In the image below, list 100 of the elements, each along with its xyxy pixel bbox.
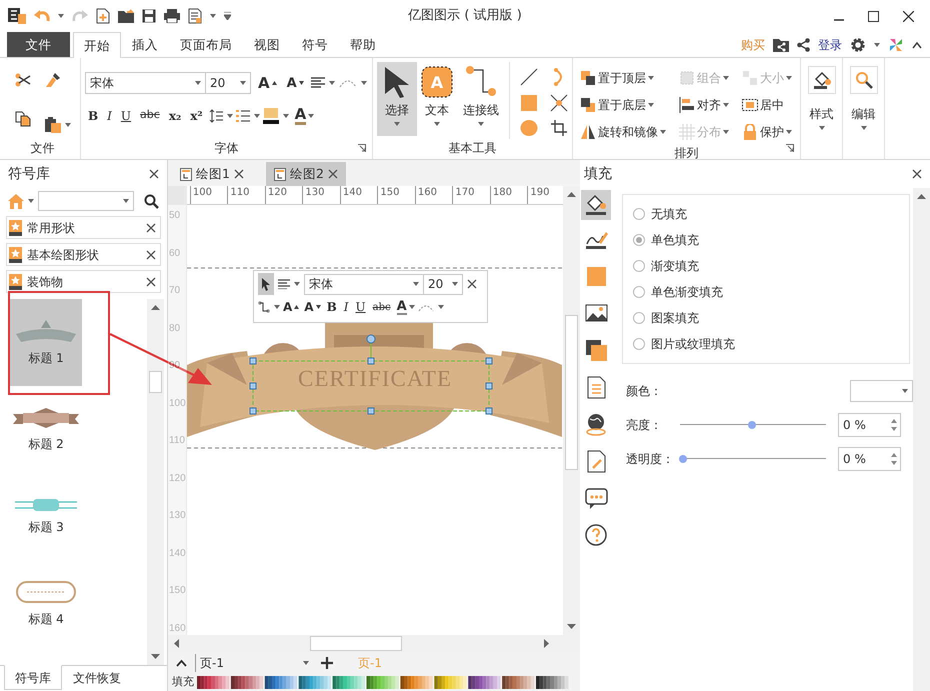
fill-option[interactable]: 图片或纹理填充 xyxy=(633,331,899,357)
style-button[interactable]: 样式 xyxy=(802,62,842,154)
document-tab[interactable]: 绘图1 xyxy=(172,162,252,186)
strikethrough-button[interactable]: abc xyxy=(370,300,394,314)
library-category[interactable]: 常用形状 xyxy=(6,216,161,239)
ribbon-tab[interactable]: 符号 xyxy=(291,32,339,57)
caret-icon[interactable] xyxy=(123,199,129,203)
caret-icon[interactable] xyxy=(786,130,792,134)
paste-icon[interactable] xyxy=(45,116,61,133)
align-text-icon[interactable] xyxy=(310,77,325,90)
arrange-button[interactable]: 旋转和镜像 xyxy=(577,120,670,144)
radio-button[interactable] xyxy=(633,234,645,246)
arrange-button[interactable]: 保护 xyxy=(739,120,796,144)
connector-icon[interactable] xyxy=(258,301,270,313)
caret-icon[interactable] xyxy=(860,126,866,130)
shrink-font-button[interactable]: A xyxy=(302,298,323,316)
caret-icon[interactable] xyxy=(328,81,335,86)
shape-item[interactable]: 标题 2 xyxy=(10,386,82,473)
fill-option[interactable]: 渐变填充 xyxy=(633,253,899,279)
connector-tool-button[interactable]: 连接线 xyxy=(457,62,505,136)
open-folder-icon[interactable] xyxy=(118,9,134,23)
format-painter-icon[interactable] xyxy=(45,72,61,88)
caret-icon[interactable] xyxy=(434,122,440,126)
maximize-icon[interactable] xyxy=(868,10,879,22)
font-color-button[interactable]: A xyxy=(292,104,318,126)
grow-font-button[interactable]: A xyxy=(255,70,280,96)
underline-button[interactable]: U xyxy=(352,298,369,316)
line-spacing-icon[interactable] xyxy=(208,108,223,122)
caret-icon[interactable] xyxy=(303,661,309,665)
close-icon[interactable] xyxy=(146,250,156,260)
grow-font-button[interactable]: A xyxy=(281,298,302,316)
bullet-list-icon[interactable] xyxy=(236,109,250,122)
arrange-button[interactable]: 置于底层 xyxy=(577,93,670,117)
caret-icon[interactable] xyxy=(282,114,289,118)
text-arc-icon[interactable] xyxy=(418,302,434,312)
fill-icon[interactable] xyxy=(584,194,608,216)
caret-icon[interactable] xyxy=(210,14,216,18)
page-select[interactable]: 页-1 xyxy=(195,654,313,672)
document-tab[interactable]: 绘图2 xyxy=(266,162,346,186)
settings-icon[interactable] xyxy=(850,36,866,52)
percent-spinner[interactable]: 0 % xyxy=(838,413,901,437)
radio-button[interactable] xyxy=(633,208,645,220)
fill-option[interactable]: 无填充 xyxy=(633,201,899,227)
italic-button[interactable]: I xyxy=(340,298,352,316)
slider-track[interactable] xyxy=(680,419,826,431)
shape-item[interactable]: 标题 3 xyxy=(10,473,82,560)
close-toolbar-icon[interactable] xyxy=(467,279,477,289)
strikethrough-button[interactable]: abc xyxy=(137,105,163,126)
caret-icon[interactable] xyxy=(902,389,908,393)
close-tab-icon[interactable] xyxy=(234,169,244,179)
library-category[interactable]: 装饰物 xyxy=(6,270,161,293)
close-icon[interactable] xyxy=(146,222,156,232)
caret-icon[interactable] xyxy=(58,14,64,18)
caret-icon[interactable] xyxy=(65,122,71,127)
ribbon-tab[interactable]: 帮助 xyxy=(339,32,387,57)
radio-button[interactable] xyxy=(633,312,645,324)
radio-button[interactable] xyxy=(633,286,645,298)
caret-icon[interactable] xyxy=(478,122,484,126)
arrange-button[interactable]: 置于顶层 xyxy=(577,66,670,90)
shadow-icon[interactable] xyxy=(584,339,608,362)
pointer-button[interactable] xyxy=(258,273,274,295)
caret-icon[interactable] xyxy=(874,42,880,46)
ribbon-tab[interactable]: 开始 xyxy=(73,32,121,58)
shape-item[interactable]: 标题 1 xyxy=(10,299,82,386)
certificate-banner[interactable] xyxy=(187,323,562,450)
caret-icon[interactable] xyxy=(226,114,233,118)
slider-thumb[interactable] xyxy=(679,455,687,463)
ribbon-tab[interactable]: 插入 xyxy=(121,32,169,57)
caret-icon[interactable] xyxy=(413,282,419,286)
caret-icon[interactable] xyxy=(294,282,300,286)
customize-toolbar-icon[interactable] xyxy=(224,12,231,20)
document-list-icon[interactable] xyxy=(188,8,202,24)
shape-item[interactable]: 标题 4 xyxy=(10,560,82,647)
document-icon[interactable] xyxy=(584,376,608,399)
caret-icon[interactable] xyxy=(818,126,824,130)
highlight-color-icon[interactable] xyxy=(262,108,279,124)
attachment-icon[interactable] xyxy=(584,450,608,473)
caret-icon[interactable] xyxy=(274,305,280,309)
dialog-launcher-icon[interactable] xyxy=(786,144,794,152)
close-icon[interactable] xyxy=(903,10,914,22)
font-size-select[interactable]: 20 xyxy=(423,274,463,294)
caret-icon[interactable] xyxy=(360,81,367,86)
login-link[interactable]: 登录 xyxy=(818,36,842,54)
color-select[interactable] xyxy=(850,380,913,402)
caret-icon[interactable] xyxy=(195,81,201,86)
caret-icon[interactable] xyxy=(452,282,458,286)
save-icon[interactable] xyxy=(142,9,156,23)
cut-icon[interactable] xyxy=(15,72,31,88)
caret-icon[interactable] xyxy=(394,122,400,126)
caret-icon[interactable] xyxy=(308,114,314,118)
collapse-ribbon-icon[interactable] xyxy=(912,40,922,48)
selection-frame[interactable] xyxy=(250,334,492,414)
text-arc-icon[interactable] xyxy=(338,78,357,88)
radio-button[interactable] xyxy=(633,260,645,272)
font-color-button[interactable]: A xyxy=(394,300,417,314)
pinwheel-logo-icon[interactable] xyxy=(888,36,904,52)
help-icon[interactable] xyxy=(584,524,608,547)
panel-tab[interactable]: 文件恢复 xyxy=(62,665,132,690)
comment-icon[interactable] xyxy=(584,487,608,510)
text-tool-button[interactable]: A 文本 xyxy=(417,62,457,136)
